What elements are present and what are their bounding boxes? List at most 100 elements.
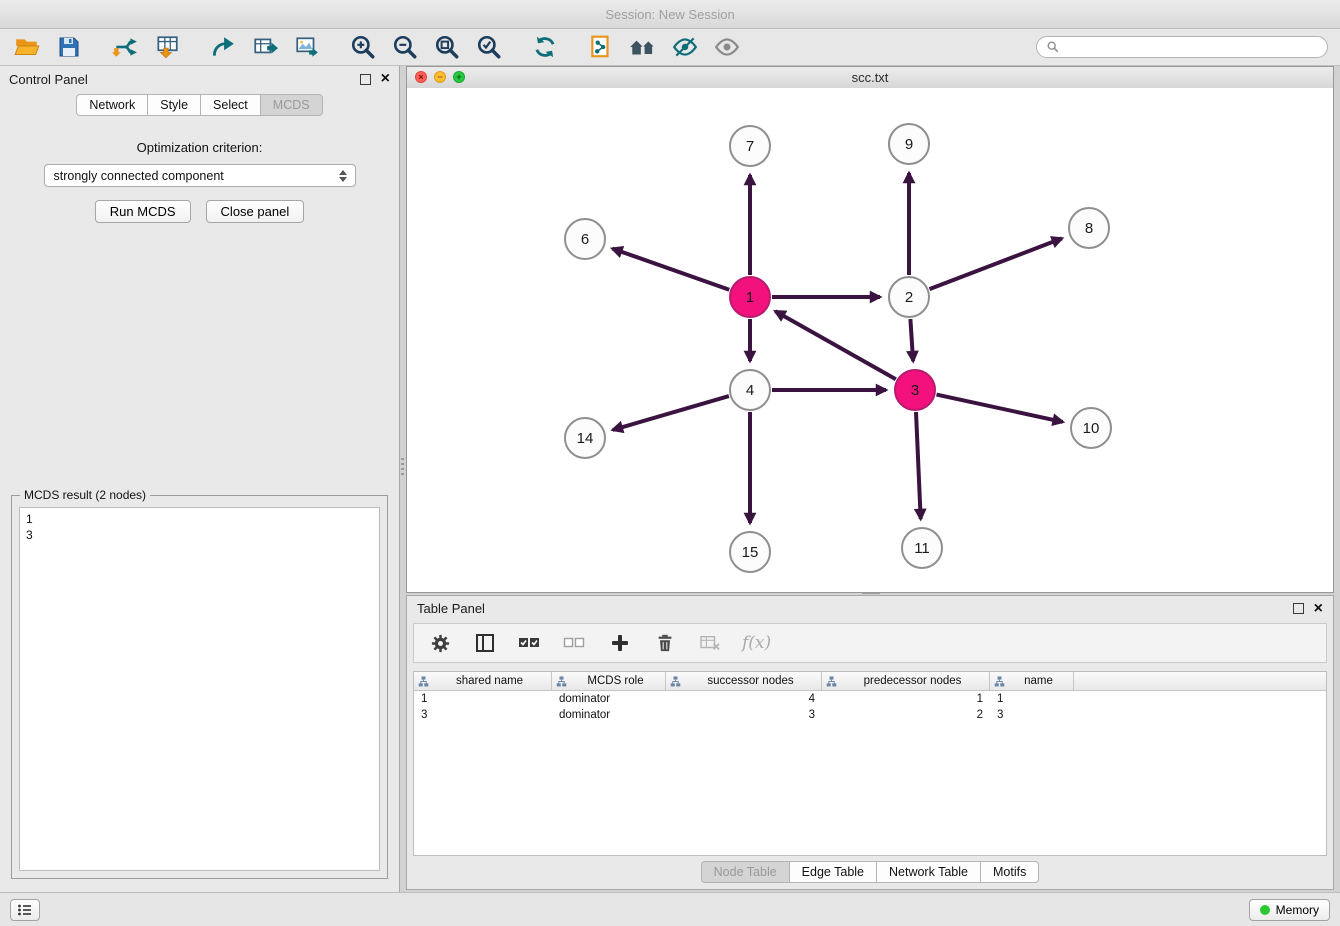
edge-3-1[interactable] bbox=[775, 311, 896, 379]
table-cell[interactable]: dominator bbox=[552, 709, 666, 721]
edge-4-14[interactable] bbox=[613, 396, 729, 430]
node-7[interactable]: 7 bbox=[730, 126, 770, 166]
table-cell[interactable]: 4 bbox=[666, 693, 822, 705]
function-builder-button[interactable]: f(x) bbox=[742, 633, 771, 653]
tab-network-table[interactable]: Network Table bbox=[876, 861, 980, 883]
node-10[interactable]: 10 bbox=[1071, 408, 1111, 448]
node-2[interactable]: 2 bbox=[889, 277, 929, 317]
create-column-button[interactable] bbox=[607, 630, 633, 656]
table-cell[interactable]: 3 bbox=[666, 709, 822, 721]
zoom-group bbox=[348, 32, 504, 62]
minimize-window-icon[interactable]: − bbox=[434, 71, 446, 83]
import-table-button[interactable] bbox=[152, 32, 182, 62]
table-cell[interactable]: 1 bbox=[822, 693, 990, 705]
eye-button[interactable] bbox=[712, 32, 742, 62]
table-tabs: Node TableEdge TableNetwork TableMotifs bbox=[407, 856, 1333, 889]
tab-node-table[interactable]: Node Table bbox=[701, 861, 789, 883]
criterion-select[interactable]: strongly connected component bbox=[44, 164, 356, 187]
show-columns-button[interactable] bbox=[472, 630, 498, 656]
tab-network[interactable]: Network bbox=[76, 94, 147, 116]
table-cell[interactable]: 1 bbox=[990, 693, 1074, 705]
delete-table-button[interactable] bbox=[697, 630, 723, 656]
svg-text:4: 4 bbox=[746, 382, 754, 399]
float-panel-icon[interactable] bbox=[360, 74, 371, 85]
zoom-out-button[interactable] bbox=[390, 32, 420, 62]
network-home-button[interactable] bbox=[628, 32, 658, 62]
tab-style[interactable]: Style bbox=[147, 94, 200, 116]
vertical-splitter[interactable] bbox=[400, 66, 406, 892]
zoom-fit-button[interactable] bbox=[432, 32, 462, 62]
apply-layout-button[interactable] bbox=[530, 32, 560, 62]
node-4[interactable]: 4 bbox=[730, 370, 770, 410]
panel-selector-button[interactable] bbox=[10, 899, 40, 921]
search-input[interactable] bbox=[1065, 39, 1318, 55]
mcds-result-text[interactable]: 1 3 bbox=[19, 507, 380, 871]
close-panel-button[interactable]: Close panel bbox=[206, 200, 305, 223]
titlebar[interactable]: Session: New Session bbox=[0, 0, 1340, 29]
unselect-all-columns-button[interactable] bbox=[562, 630, 588, 656]
tab-select[interactable]: Select bbox=[200, 94, 260, 116]
close-table-panel-icon[interactable]: × bbox=[1314, 602, 1323, 616]
node-9[interactable]: 9 bbox=[889, 124, 929, 164]
network-window: × − + scc.txt 7 9 6 8 1 2 4 3 14 10 15 11 bbox=[406, 66, 1334, 593]
table-cell[interactable]: 2 bbox=[822, 709, 990, 721]
table-options-button[interactable] bbox=[427, 630, 453, 656]
zoom-in-button[interactable] bbox=[348, 32, 378, 62]
search-box[interactable] bbox=[1036, 36, 1328, 58]
close-window-icon[interactable]: × bbox=[415, 71, 427, 83]
float-table-panel-icon[interactable] bbox=[1293, 603, 1304, 614]
network-window-titlebar[interactable]: × − + scc.txt bbox=[407, 67, 1333, 89]
node-15[interactable]: 15 bbox=[730, 532, 770, 572]
close-panel-icon[interactable]: × bbox=[381, 72, 390, 86]
tab-motifs[interactable]: Motifs bbox=[980, 861, 1039, 883]
save-session-button[interactable] bbox=[54, 32, 84, 62]
column-header-name[interactable]: name bbox=[990, 672, 1074, 690]
node-1[interactable]: 1 bbox=[730, 277, 770, 317]
run-mcds-button[interactable]: Run MCDS bbox=[95, 200, 191, 223]
tab-mcds[interactable]: MCDS bbox=[260, 94, 323, 116]
select-all-columns-icon bbox=[518, 634, 542, 652]
node-6[interactable]: 6 bbox=[565, 219, 605, 259]
export-image-button[interactable] bbox=[292, 32, 322, 62]
first-neighbors-button[interactable] bbox=[586, 32, 616, 62]
edge-3-10[interactable] bbox=[937, 395, 1063, 422]
network-view[interactable]: 7 9 6 8 1 2 4 3 14 10 15 11 bbox=[407, 88, 1333, 592]
open-file-button[interactable] bbox=[12, 32, 42, 62]
memory-button[interactable]: Memory bbox=[1249, 899, 1330, 921]
table-row[interactable]: 1dominator411 bbox=[414, 691, 1326, 707]
node-14[interactable]: 14 bbox=[565, 418, 605, 458]
export-table-button[interactable] bbox=[250, 32, 280, 62]
import-network-button[interactable] bbox=[110, 32, 140, 62]
file-group bbox=[12, 32, 84, 62]
node-11[interactable]: 11 bbox=[902, 528, 942, 568]
export-table-icon bbox=[252, 34, 278, 60]
column-header-predecessor-nodes[interactable]: predecessor nodes bbox=[822, 672, 990, 690]
edge-3-11[interactable] bbox=[916, 412, 921, 519]
svg-text:8: 8 bbox=[1085, 220, 1093, 237]
table-cell[interactable]: dominator bbox=[552, 693, 666, 705]
export-network-button[interactable] bbox=[208, 32, 238, 62]
column-header-mcds-role[interactable]: MCDS role bbox=[552, 672, 666, 690]
table-row[interactable]: 3dominator323 bbox=[414, 707, 1326, 723]
tab-edge-table[interactable]: Edge Table bbox=[789, 861, 876, 883]
svg-text:6: 6 bbox=[581, 231, 589, 248]
window-title: Session: New Session bbox=[605, 7, 734, 22]
table-cell[interactable]: 1 bbox=[414, 693, 552, 705]
edge-2-8[interactable] bbox=[930, 238, 1062, 289]
node-3[interactable]: 3 bbox=[895, 370, 935, 410]
table-cell[interactable]: 3 bbox=[990, 709, 1074, 721]
zoom-selected-button[interactable] bbox=[474, 32, 504, 62]
node-8[interactable]: 8 bbox=[1069, 208, 1109, 248]
column-header-shared-name[interactable]: shared name bbox=[414, 672, 552, 690]
graphics-details-button[interactable] bbox=[670, 32, 700, 62]
maximize-window-icon[interactable]: + bbox=[453, 71, 465, 83]
network-window-title: scc.txt bbox=[852, 70, 889, 85]
edge-1-6[interactable] bbox=[612, 249, 729, 290]
horizontal-splitter[interactable] bbox=[406, 592, 1334, 595]
edge-2-3[interactable] bbox=[910, 319, 913, 361]
column-header-successor-nodes[interactable]: successor nodes bbox=[666, 672, 822, 690]
select-all-columns-button[interactable] bbox=[517, 630, 543, 656]
edge-layer bbox=[612, 173, 1062, 523]
delete-column-button[interactable] bbox=[652, 630, 678, 656]
table-cell[interactable]: 3 bbox=[414, 709, 552, 721]
